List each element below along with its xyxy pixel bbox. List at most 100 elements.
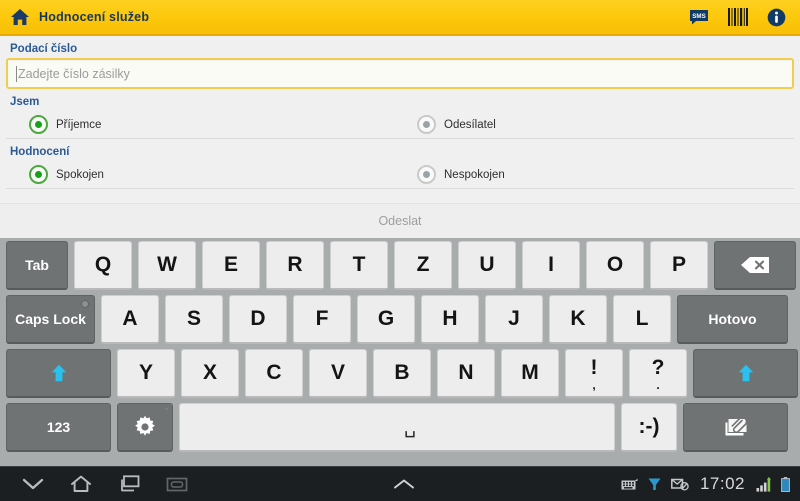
hide-keyboard-icon[interactable]: [22, 477, 44, 491]
key-d[interactable]: D: [229, 295, 287, 344]
battery-icon[interactable]: [781, 476, 790, 492]
status-icons: 17:02: [621, 474, 790, 494]
key-j[interactable]: J: [485, 295, 543, 344]
key-c[interactable]: C: [245, 349, 303, 398]
key-label: ?: [651, 356, 665, 379]
key-l[interactable]: L: [613, 295, 671, 344]
key-n[interactable]: N: [437, 349, 495, 398]
key-space[interactable]: ␣: [179, 403, 615, 452]
key-sublabel: ,: [592, 378, 596, 392]
key-label: T: [352, 253, 366, 276]
recents-icon[interactable]: [118, 475, 140, 493]
key-exclamation[interactable]: !,: [565, 349, 623, 398]
keyboard-row-1: Tab Q W E R T Z U I O P: [0, 241, 800, 295]
space-glyph: ␣: [403, 416, 417, 438]
keyboard-icon[interactable]: [621, 478, 638, 491]
key-label: R: [287, 253, 303, 276]
key-label: P: [671, 253, 686, 276]
keyboard-row-4: 123 ▪▪ ␣ :-): [0, 403, 800, 457]
on-screen-keyboard: Tab Q W E R T Z U I O P Caps Lock A S D F G H J K L Hotovo Y…: [0, 238, 800, 466]
key-m[interactable]: M: [501, 349, 559, 398]
key-label: !: [590, 356, 598, 379]
key-s[interactable]: S: [165, 295, 223, 344]
key-v[interactable]: V: [309, 349, 367, 398]
radio-rating-unsatisfied[interactable]: Nespokojen: [406, 165, 794, 184]
submit-button[interactable]: Odeslat: [0, 203, 800, 238]
radio-indicator-selected: [29, 115, 48, 134]
key-label: B: [394, 361, 410, 384]
page-title: Hodnocení služeb: [39, 10, 150, 24]
key-label: U: [479, 253, 495, 276]
key-label: L: [635, 307, 649, 330]
key-y[interactable]: Y: [117, 349, 175, 398]
key-numbers[interactable]: 123: [6, 403, 111, 452]
radio-role-sender[interactable]: Odesílatel: [406, 115, 794, 134]
key-p[interactable]: P: [650, 241, 708, 290]
screenshot-icon[interactable]: [166, 476, 188, 493]
key-sublabel: .: [656, 378, 660, 392]
key-w[interactable]: W: [138, 241, 196, 290]
key-settings[interactable]: ▪▪: [117, 403, 173, 452]
nav-buttons: [22, 475, 188, 493]
mail-muted-icon[interactable]: [671, 478, 689, 491]
key-z[interactable]: Z: [394, 241, 452, 290]
home-icon[interactable]: [70, 475, 92, 493]
key-r[interactable]: R: [266, 241, 324, 290]
key-label: E: [223, 253, 238, 276]
title-bar-actions: SMS: [689, 8, 786, 27]
tracking-number-input[interactable]: Zadejte číslo zásilky: [6, 58, 794, 89]
svg-text:SMS: SMS: [692, 13, 705, 20]
keyboard-row-2: Caps Lock A S D F G H J K L Hotovo: [0, 295, 800, 349]
sms-icon[interactable]: SMS: [689, 9, 709, 25]
download-icon[interactable]: [647, 477, 662, 492]
shift-up-icon: [51, 364, 66, 382]
key-label: W: [157, 253, 177, 276]
key-label: H: [442, 307, 458, 330]
key-label: M: [521, 361, 539, 384]
gear-icon: [135, 415, 155, 436]
radio-rating-unsatisfied-label: Nespokojen: [444, 168, 505, 181]
info-icon[interactable]: [767, 8, 786, 27]
keyboard-row-3: Y X C V B N M!,?.: [0, 349, 800, 403]
signal-icon[interactable]: [756, 476, 772, 492]
key-shift-right[interactable]: [693, 349, 798, 398]
key-label: :-): [638, 415, 660, 438]
key-backspace[interactable]: [714, 241, 796, 290]
key-emoticon[interactable]: :-): [621, 403, 677, 452]
radio-role-recipient[interactable]: Příjemce: [6, 115, 406, 134]
radio-role-recipient-label: Příjemce: [56, 118, 102, 131]
key-label: Q: [94, 253, 112, 276]
key-tab[interactable]: Tab: [6, 241, 68, 290]
key-t[interactable]: T: [330, 241, 388, 290]
key-a[interactable]: A: [101, 295, 159, 344]
key-k[interactable]: K: [549, 295, 607, 344]
key-label: D: [250, 307, 266, 330]
key-f[interactable]: F: [293, 295, 351, 344]
key-e[interactable]: E: [202, 241, 260, 290]
key-label: C: [266, 361, 282, 384]
settings-led-icon: ▪▪: [165, 406, 168, 411]
barcode-icon[interactable]: [727, 8, 749, 26]
radio-rating-satisfied[interactable]: Spokojen: [6, 165, 406, 184]
key-g[interactable]: G: [357, 295, 415, 344]
tracking-number-field-wrap: Zadejte číslo zásilky: [0, 58, 800, 89]
key-done[interactable]: Hotovo: [677, 295, 788, 344]
tracking-number-placeholder: Zadejte číslo zásilky: [18, 66, 130, 81]
key-question[interactable]: ?.: [629, 349, 687, 398]
key-u[interactable]: U: [458, 241, 516, 290]
key-caps-lock[interactable]: Caps Lock: [6, 295, 95, 344]
key-h[interactable]: H: [421, 295, 479, 344]
key-x[interactable]: X: [181, 349, 239, 398]
key-o[interactable]: O: [586, 241, 644, 290]
key-q[interactable]: Q: [74, 241, 132, 290]
chevron-up-icon[interactable]: [392, 477, 416, 491]
nav-spacer: [188, 477, 621, 491]
key-i[interactable]: I: [522, 241, 580, 290]
key-label: O: [606, 253, 624, 276]
key-label: Z: [416, 253, 430, 276]
home-icon[interactable]: [10, 8, 30, 26]
key-shift-left[interactable]: [6, 349, 111, 398]
key-attachment[interactable]: [683, 403, 788, 452]
key-label: Caps Lock: [15, 311, 86, 327]
key-b[interactable]: B: [373, 349, 431, 398]
